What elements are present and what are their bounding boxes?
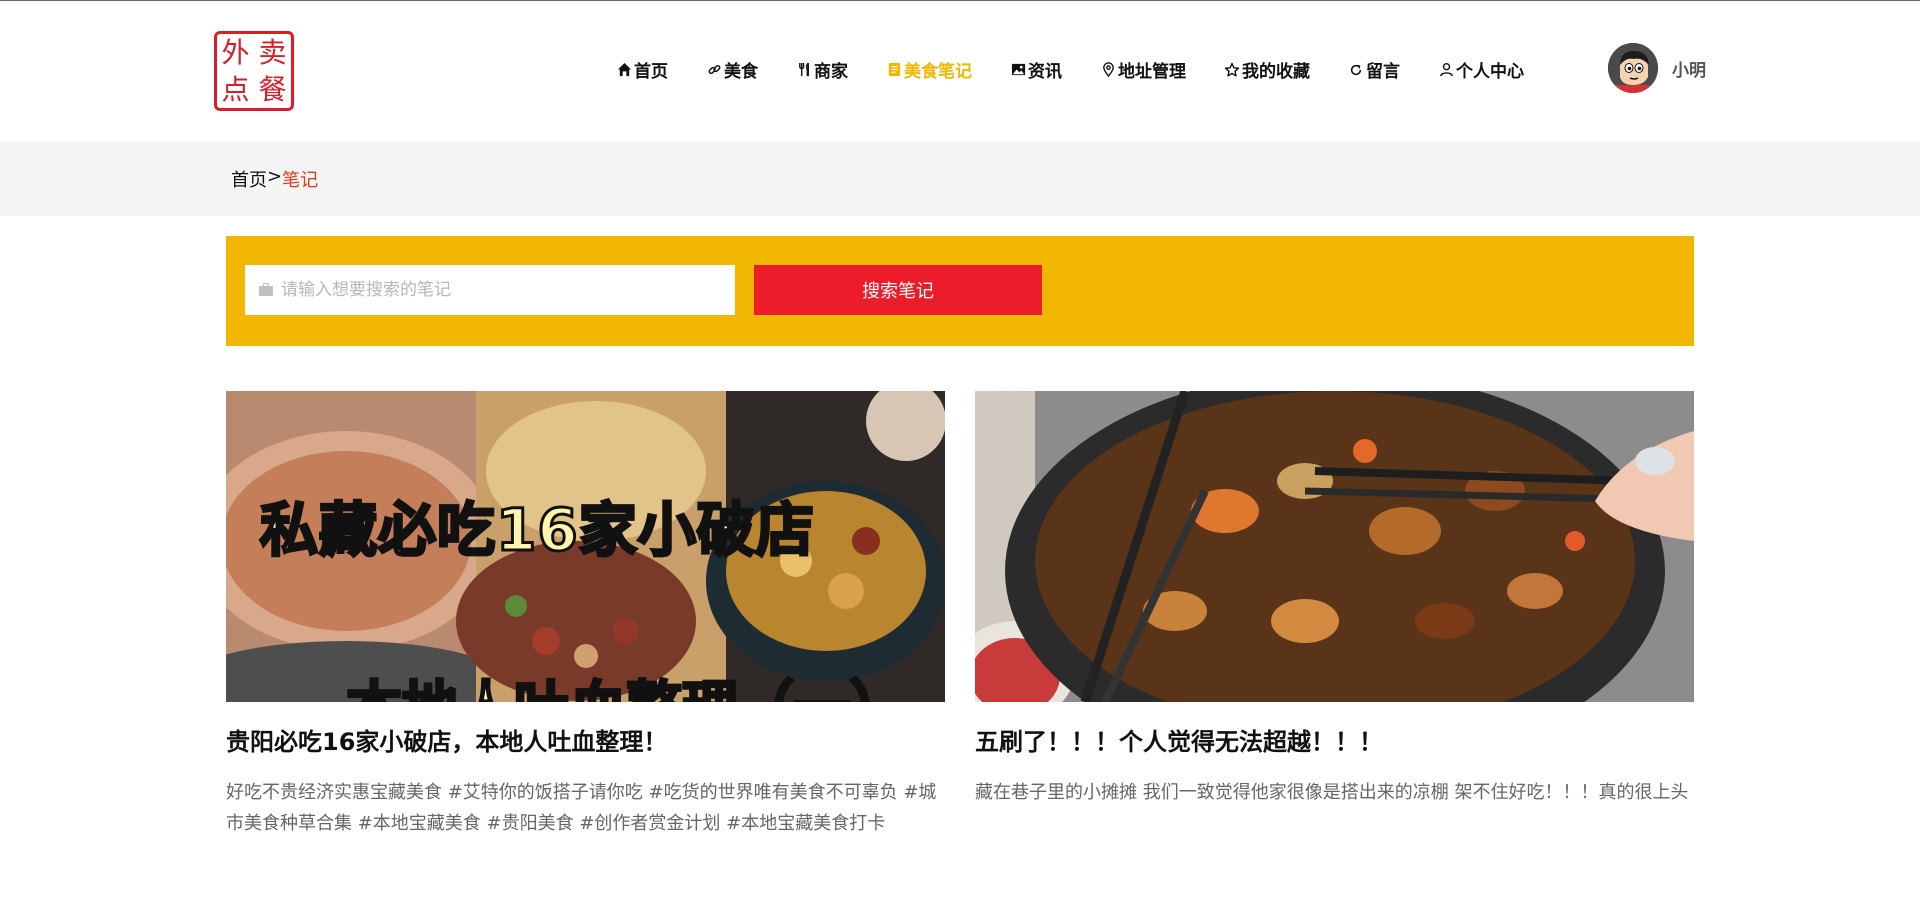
nav-item-profile[interactable]: 个人中心 <box>1438 57 1524 82</box>
main-nav: 首页 美食 商家 美食笔记 资讯 地址管理 我的收藏 留言 个人中心 <box>616 57 1562 82</box>
home-icon <box>616 62 632 78</box>
nav-label: 地址管理 <box>1118 62 1186 82</box>
search-field[interactable] <box>245 265 735 315</box>
nav-item-home[interactable]: 首页 <box>616 57 668 82</box>
nav-item-address[interactable]: 地址管理 <box>1100 57 1186 82</box>
refresh-icon <box>1348 62 1364 78</box>
nav-item-food-notes[interactable]: 美食笔记 <box>886 57 972 82</box>
site-logo[interactable]: 外 卖 点 餐 <box>214 31 294 111</box>
logo-char: 点 <box>221 72 250 106</box>
top-header: 外 卖 点 餐 首页 美食 商家 美食笔记 资讯 地址管理 我的收藏 留言 个人… <box>0 1 1920 141</box>
breadcrumb-home[interactable]: 首页 <box>231 166 267 192</box>
notebook-icon <box>886 62 902 78</box>
nav-label: 留言 <box>1366 62 1400 82</box>
search-button[interactable]: 搜索笔记 <box>754 265 1042 315</box>
nav-label: 美食笔记 <box>904 62 972 82</box>
breadcrumb-current: 笔记 <box>282 170 319 191</box>
user-menu[interactable]: 小明 <box>1608 43 1706 93</box>
user-icon <box>1438 62 1454 78</box>
note-title[interactable]: 贵阳必吃16家小破店，本地人吐血整理！ <box>226 722 945 757</box>
link-icon <box>706 62 722 78</box>
location-pin-icon <box>1100 62 1116 78</box>
nav-label: 美食 <box>724 62 758 82</box>
briefcase-icon <box>259 281 273 300</box>
nav-label: 首页 <box>634 62 668 82</box>
note-description: 好吃不贵经济实惠宝藏美食 #艾特你的饭搭子请你吃 #吃货的世界唯有美食不可辜负 … <box>226 782 937 834</box>
nav-label: 我的收藏 <box>1242 62 1310 82</box>
star-icon <box>1224 62 1240 78</box>
breadcrumb-bar: 首页 > 笔记 <box>0 141 1920 216</box>
nav-label: 个人中心 <box>1456 62 1524 82</box>
thumbnail-caption-bottom: 本地人吐血整理（一） <box>345 663 908 703</box>
note-description: 藏在巷子里的小摊摊 我们一致觉得他家很像是搭出来的凉棚 架不住好吃！！！真的很上… <box>975 782 1689 803</box>
nav-item-news[interactable]: 资讯 <box>1010 57 1062 82</box>
logo-char: 餐 <box>258 72 287 106</box>
note-title[interactable]: 五刷了！！！个人觉得无法超越！！！ <box>975 722 1694 757</box>
nav-item-favorites[interactable]: 我的收藏 <box>1224 57 1310 82</box>
avatar[interactable] <box>1608 43 1658 93</box>
nav-item-food[interactable]: 美食 <box>706 57 758 82</box>
nav-label: 商家 <box>814 62 848 82</box>
breadcrumb-separator: > <box>267 166 283 187</box>
note-card[interactable]: 私藏必吃16家小破店 本地人吐血整理（一） 贵阳必吃16家小破店，本地人吐血整理… <box>226 391 945 839</box>
note-card[interactable]: 五刷了！！！个人觉得无法超越！！！ 藏在巷子里的小摊摊 我们一致觉得他家很像是搭… <box>975 391 1694 839</box>
search-panel: 搜索笔记 <box>226 236 1694 346</box>
logo-char: 卖 <box>258 35 287 69</box>
username[interactable]: 小明 <box>1672 56 1706 81</box>
nav-item-merchants[interactable]: 商家 <box>796 57 848 82</box>
nav-label: 资讯 <box>1028 62 1062 82</box>
thumbnail-caption-top: 私藏必吃16家小破店 <box>259 495 816 566</box>
search-input[interactable] <box>281 280 721 300</box>
logo-char: 外 <box>221 35 250 69</box>
breadcrumb: 首页 > 笔记 <box>231 166 318 192</box>
nav-item-messages[interactable]: 留言 <box>1348 57 1400 82</box>
note-thumbnail[interactable] <box>975 391 1694 702</box>
image-icon <box>1010 62 1026 78</box>
note-thumbnail[interactable]: 私藏必吃16家小破店 本地人吐血整理（一） <box>226 391 945 702</box>
fork-knife-icon <box>796 62 812 78</box>
